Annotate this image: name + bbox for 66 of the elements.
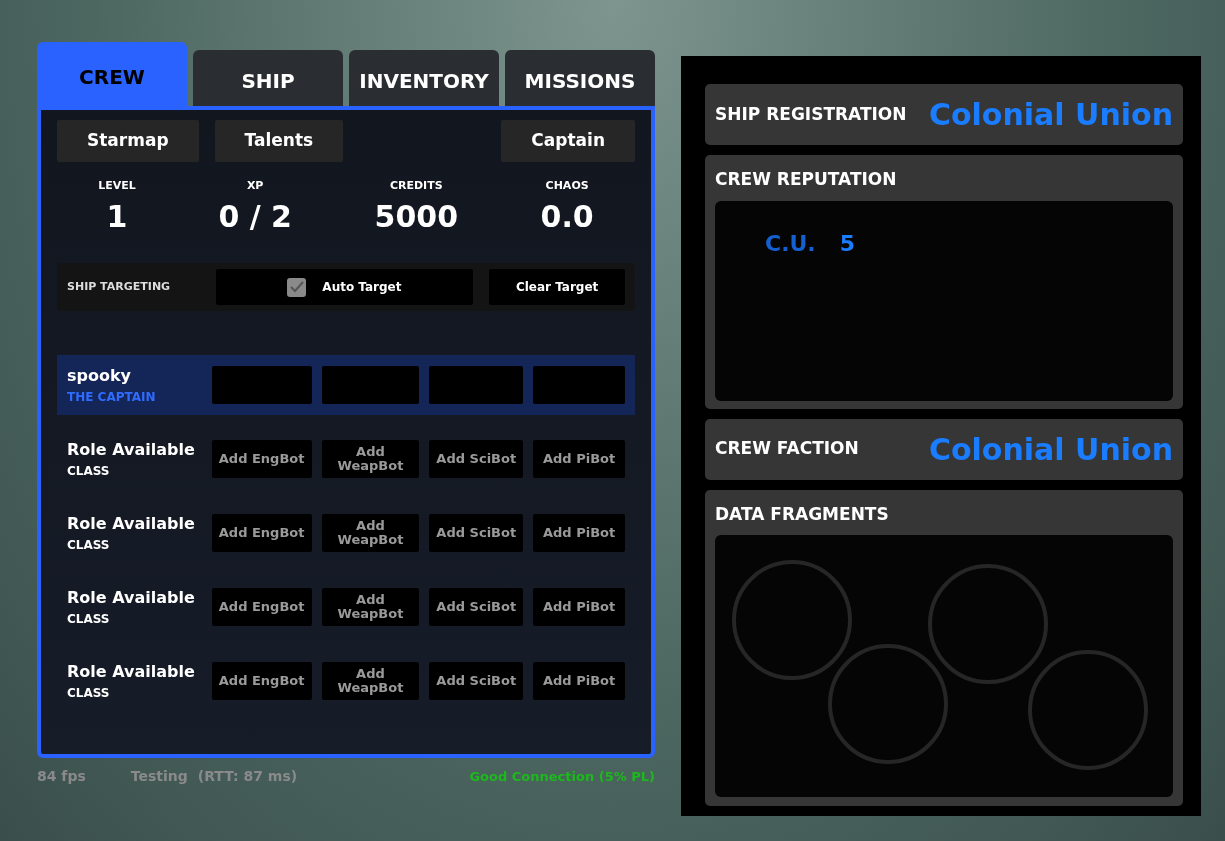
crew-row[interactable]: spooky THE CAPTAIN [57,355,635,415]
fragment-slot-icon [827,643,949,765]
field-label: CREW FACTION [715,437,859,461]
crew-role: CLASS [67,537,111,554]
add-bot-button[interactable]: Add SciBot [429,662,524,700]
crew-row[interactable]: Role Available CLASS Add EngBot Add WeapBot Add SciBot Add PiBot [57,577,635,637]
add-bot-button[interactable]: Add PiBot [533,588,625,626]
fragment-slot-icon [731,559,853,681]
crew-role: CLASS [67,611,111,628]
tab[interactable]: SHIP [193,50,343,106]
auto-target-toggle[interactable]: Auto Target [215,269,474,305]
add-bot-button[interactable]: Add EngBot [211,440,312,478]
section-title: CREW REPUTATION [715,168,898,191]
crew-name: Role Available [67,439,196,461]
ping-text: (RTT: 87 ms) [197,767,298,786]
add-bot-button[interactable]: Add PiBot [533,662,625,700]
stat-value: 0.0 [540,198,594,236]
crew-name: spooky [67,365,133,387]
add-bot-button[interactable]: Add WeapBot [321,514,420,552]
add-bot-button[interactable]: Add WeapBot [321,662,420,700]
add-bot-button[interactable]: Add WeapBot [321,588,420,626]
add-bot-button[interactable]: Add EngBot [211,514,312,552]
stat-label: LEVEL [98,177,136,194]
menu-button[interactable]: Captain [501,120,635,162]
crew-role: THE CAPTAIN [67,389,157,406]
field-value: Colonial Union [928,430,1173,469]
menu-button[interactable]: Talents [214,120,344,162]
crew-name: Role Available [67,513,196,535]
add-bot-button[interactable]: Add EngBot [211,588,312,626]
add-bot-button[interactable]: Add SciBot [429,514,524,552]
targeting-label: SHIP TARGETING [67,278,172,295]
tab[interactable]: INVENTORY [349,50,499,106]
fragment-slot-icon [1027,649,1149,771]
checkbox[interactable] [287,277,307,297]
stat-label: XP [245,177,265,194]
faction-name: C.U. [765,229,816,258]
section-title: DATA FRAGMENTS [715,502,890,526]
add-bot-button[interactable]: Add PiBot [533,440,625,478]
stat-value: 0 / 2 [218,198,292,236]
crew-role: CLASS [67,685,111,702]
field-value: Colonial Union [928,96,1173,134]
crew-row[interactable]: Role Available CLASS Add EngBot Add WeapBot Add SciBot Add PiBot [57,503,635,563]
field-label: SHIP REGISTRATION [715,102,907,126]
add-bot-button[interactable]: Add WeapBot [321,440,420,478]
stat-value: 1 [105,198,129,236]
add-bot-button[interactable]: Add EngBot [211,662,312,700]
tab[interactable]: CREW [37,42,187,106]
add-bot-button[interactable]: Add PiBot [533,514,625,552]
tab[interactable]: MISSIONS [505,50,655,106]
stat-label: CHAOS [544,177,590,194]
crew-name: Role Available [67,587,196,609]
reputation-value: 5 [839,229,856,258]
add-bot-button[interactable]: Add SciBot [429,440,524,478]
menu-button[interactable]: Starmap [57,120,199,162]
crew-row[interactable]: Role Available CLASS Add EngBot Add WeapBot Add SciBot Add PiBot [57,429,635,489]
fragment-slot-icon [927,563,1049,685]
server-name: Testing [130,767,188,786]
crew-row[interactable]: Role Available CLASS Add EngBot Add WeapBot Add SciBot Add PiBot [57,651,635,711]
add-bot-button[interactable]: Add SciBot [429,588,524,626]
stat-value: 5000 [374,198,458,236]
clear-target-button[interactable]: Clear Target [489,269,625,305]
crew-name: Role Available [67,661,196,683]
fps-counter: 84 fps [37,767,86,786]
connection-status: Good Connection (5% PL) [469,768,655,786]
stat-label: CREDITS [388,177,444,194]
crew-role: CLASS [67,463,111,480]
